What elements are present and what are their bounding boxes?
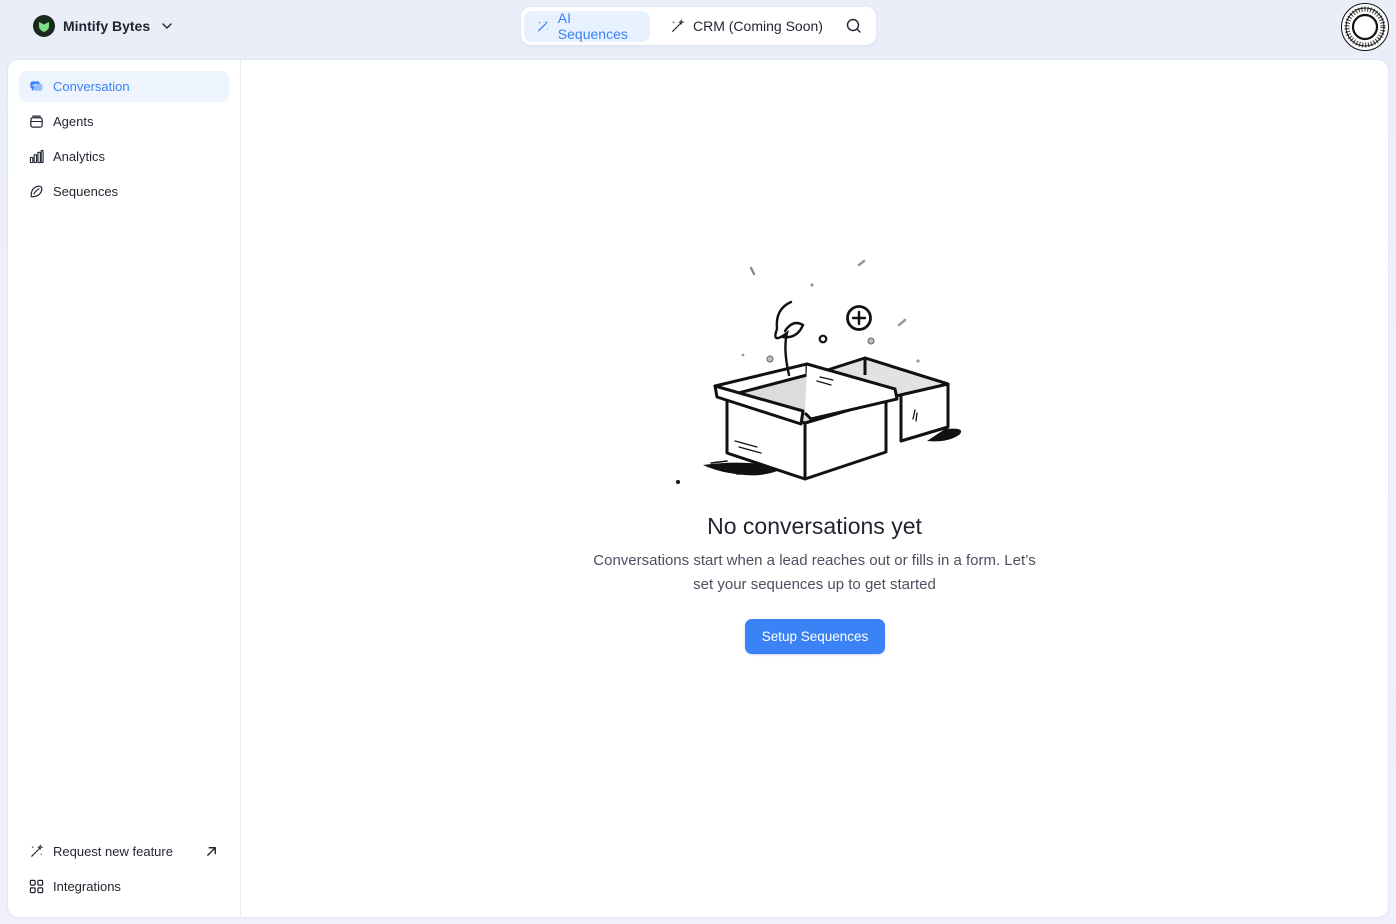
sidebar-item-label: Conversation <box>53 79 130 94</box>
badge-seal <box>1341 3 1389 51</box>
sidebar-item-label: Request new feature <box>53 844 173 859</box>
tab-ai-sequences[interactable]: AI Sequences <box>524 10 650 42</box>
sidebar-item-agents[interactable]: Agents <box>19 106 229 137</box>
empty-state-description: Conversations start when a lead reaches … <box>593 552 1036 593</box>
top-bar: Mintify Bytes AI Sequences CRM (Coming S… <box>0 0 1396 58</box>
bar-chart-icon <box>29 149 44 164</box>
search-button[interactable] <box>841 13 867 39</box>
sidebar-item-label: Integrations <box>53 879 121 894</box>
sidebar-item-integrations[interactable]: Integrations <box>19 871 229 902</box>
magic-wand-icon <box>537 20 549 31</box>
grid-icon <box>29 879 44 894</box>
workspace-name: Mintify Bytes <box>63 18 151 34</box>
sidebar-item-request-feature[interactable]: Request new feature <box>19 836 229 867</box>
sidebar-item-analytics[interactable]: Analytics <box>19 141 229 172</box>
empty-state: No conversations yet Conversations start… <box>241 60 1388 917</box>
magic-wand-icon <box>31 844 44 857</box>
sequences-icon <box>30 185 43 198</box>
arrow-up-right-icon <box>207 847 216 856</box>
tab-label: CRM (Coming Soon) <box>693 18 823 34</box>
sidebar-item-conversation[interactable]: Conversation <box>19 71 229 102</box>
sidebar-item-label: Agents <box>53 114 94 129</box>
seal-ring-icon <box>1344 6 1386 48</box>
tab-label: AI Sequences <box>557 10 628 42</box>
chevron-down-icon <box>162 23 172 29</box>
workspace-switcher[interactable]: Mintify Bytes <box>33 14 174 38</box>
tab-crm[interactable]: CRM (Coming Soon) <box>658 11 835 42</box>
search-icon <box>846 18 861 33</box>
magic-wand-icon <box>672 18 685 32</box>
product-switcher: AI Sequences CRM (Coming Soon) <box>521 7 876 45</box>
sidebar-item-label: Sequences <box>53 184 119 199</box>
sidebar: Conversation Agents Analytics Sequences … <box>8 60 241 917</box>
sidebar-item-label: Analytics <box>53 149 106 164</box>
empty-box-illustration <box>676 259 962 484</box>
main-panel: Conversation Agents Analytics Sequences … <box>8 60 1388 917</box>
shield-logo-icon <box>33 15 55 37</box>
setup-sequences-button[interactable]: Setup Sequences <box>745 619 885 654</box>
sidebar-item-sequences[interactable]: Sequences <box>19 176 229 207</box>
agents-icon <box>30 115 43 128</box>
chat-icon <box>30 81 43 92</box>
empty-state-title: No conversations yet <box>707 513 922 539</box>
